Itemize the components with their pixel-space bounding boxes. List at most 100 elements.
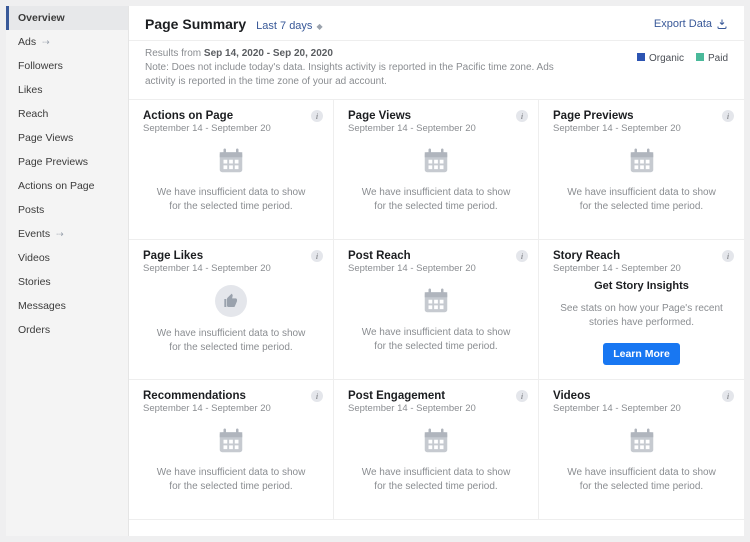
date-range-label: Last 7 days bbox=[256, 20, 312, 32]
sidebar-item-label: Likes bbox=[18, 84, 43, 96]
sidebar-item-label: Page Views bbox=[18, 132, 73, 144]
card-date-range: September 14 - September 20 bbox=[553, 263, 730, 274]
card-page-views[interactable]: i Page Views September 14 - September 20… bbox=[334, 100, 539, 240]
info-icon[interactable]: i bbox=[311, 390, 323, 402]
info-icon[interactable]: i bbox=[722, 110, 734, 122]
results-range: Sep 14, 2020 - Sep 20, 2020 bbox=[204, 48, 333, 59]
card-title: Page Likes bbox=[143, 250, 319, 262]
empty-state-message: We have insufficient data to show for th… bbox=[553, 466, 730, 493]
main-panel: Page Summary Last 7 days ◆ Export Data R… bbox=[128, 6, 744, 536]
calendar-icon bbox=[421, 286, 451, 316]
sidebar-item-followers[interactable]: Followers bbox=[6, 54, 128, 78]
sidebar-item-overview[interactable]: Overview bbox=[6, 6, 128, 30]
card-title: Page Previews bbox=[553, 110, 730, 122]
card-recommendations[interactable]: i Recommendations September 14 - Septemb… bbox=[129, 380, 334, 520]
legend-label: Paid bbox=[708, 53, 728, 64]
caret-icon: ◆ bbox=[316, 22, 322, 31]
subheader: Results from Sep 14, 2020 - Sep 20, 2020… bbox=[129, 40, 744, 99]
empty-state-message: We have insufficient data to show for th… bbox=[348, 326, 524, 353]
sidebar-item-events[interactable]: Events ⇢ bbox=[6, 222, 128, 246]
card-date-range: September 14 - September 20 bbox=[348, 123, 524, 134]
sidebar-item-label: Events bbox=[18, 228, 50, 240]
external-icon: ⇢ bbox=[56, 229, 64, 240]
empty-state-message: We have insufficient data to show for th… bbox=[143, 186, 319, 213]
card-actions-on-page[interactable]: i Actions on Page September 14 - Septemb… bbox=[129, 100, 334, 240]
card-story-reach[interactable]: i Story Reach September 14 - September 2… bbox=[539, 240, 744, 380]
card-post-engagement[interactable]: i Post Engagement September 14 - Septemb… bbox=[334, 380, 539, 520]
thumbs-up-icon bbox=[215, 285, 247, 317]
sidebar-item-page-previews[interactable]: Page Previews bbox=[6, 150, 128, 174]
sidebar-item-label: Overview bbox=[18, 12, 65, 24]
empty-state-message: We have insufficient data to show for th… bbox=[143, 327, 319, 354]
empty-state-message: We have insufficient data to show for th… bbox=[348, 186, 524, 213]
sidebar-item-label: Page Previews bbox=[18, 156, 88, 168]
card-title: Recommendations bbox=[143, 390, 319, 402]
sidebar-item-messages[interactable]: Messages bbox=[6, 294, 128, 318]
info-icon[interactable]: i bbox=[516, 390, 528, 402]
external-icon: ⇢ bbox=[42, 37, 50, 48]
page-title: Page Summary bbox=[145, 16, 246, 32]
card-date-range: September 14 - September 20 bbox=[553, 123, 730, 134]
cards-grid: i Actions on Page September 14 - Septemb… bbox=[129, 99, 744, 536]
card-title: Actions on Page bbox=[143, 110, 319, 122]
calendar-icon bbox=[627, 426, 657, 456]
card-page-previews[interactable]: i Page Previews September 14 - September… bbox=[539, 100, 744, 240]
swatch-organic-icon bbox=[637, 53, 645, 61]
info-icon[interactable]: i bbox=[311, 250, 323, 262]
date-range-selector[interactable]: Last 7 days ◆ bbox=[256, 20, 322, 32]
sidebar-item-page-views[interactable]: Page Views bbox=[6, 126, 128, 150]
info-icon[interactable]: i bbox=[516, 110, 528, 122]
sidebar-item-videos[interactable]: Videos bbox=[6, 246, 128, 270]
sidebar: Overview Ads ⇢ Followers Likes Reach Page… bbox=[6, 6, 128, 536]
results-note: Results from Sep 14, 2020 - Sep 20, 2020… bbox=[145, 47, 565, 89]
info-icon[interactable]: i bbox=[722, 250, 734, 262]
learn-more-button[interactable]: Learn More bbox=[603, 343, 680, 365]
card-title: Videos bbox=[553, 390, 730, 402]
card-post-reach[interactable]: i Post Reach September 14 - September 20… bbox=[334, 240, 539, 380]
sidebar-item-label: Followers bbox=[18, 60, 63, 72]
sidebar-item-label: Stories bbox=[18, 276, 51, 288]
info-icon[interactable]: i bbox=[722, 390, 734, 402]
export-label: Export Data bbox=[654, 18, 712, 30]
legend-label: Organic bbox=[649, 53, 684, 64]
sidebar-item-likes[interactable]: Likes bbox=[6, 78, 128, 102]
download-icon bbox=[716, 18, 728, 30]
card-title: Story Reach bbox=[553, 250, 730, 262]
story-cta-message: See stats on how your Page's recent stor… bbox=[553, 302, 730, 329]
sidebar-item-stories[interactable]: Stories bbox=[6, 270, 128, 294]
card-title: Post Engagement bbox=[348, 390, 524, 402]
sidebar-item-label: Posts bbox=[18, 204, 44, 216]
sidebar-item-label: Ads bbox=[18, 36, 36, 48]
swatch-paid-icon bbox=[696, 53, 704, 61]
legend: Organic Paid bbox=[637, 47, 728, 64]
story-cta-title: Get Story Insights bbox=[594, 280, 689, 292]
sidebar-item-orders[interactable]: Orders bbox=[6, 318, 128, 342]
sidebar-item-ads[interactable]: Ads ⇢ bbox=[6, 30, 128, 54]
card-title: Page Views bbox=[348, 110, 524, 122]
card-page-likes[interactable]: i Page Likes September 14 - September 20… bbox=[129, 240, 334, 380]
legend-organic: Organic bbox=[637, 53, 684, 64]
sidebar-item-reach[interactable]: Reach bbox=[6, 102, 128, 126]
calendar-icon bbox=[216, 146, 246, 176]
results-prefix: Results from bbox=[145, 48, 204, 59]
card-date-range: September 14 - September 20 bbox=[348, 263, 524, 274]
card-date-range: September 14 - September 20 bbox=[143, 403, 319, 414]
sidebar-item-actions-on-page[interactable]: Actions on Page bbox=[6, 174, 128, 198]
card-date-range: September 14 - September 20 bbox=[143, 123, 319, 134]
card-videos[interactable]: i Videos September 14 - September 20 We … bbox=[539, 380, 744, 520]
info-icon[interactable]: i bbox=[516, 250, 528, 262]
empty-state-message: We have insufficient data to show for th… bbox=[348, 466, 524, 493]
sidebar-item-posts[interactable]: Posts bbox=[6, 198, 128, 222]
calendar-icon bbox=[216, 426, 246, 456]
calendar-icon bbox=[421, 146, 451, 176]
calendar-icon bbox=[627, 146, 657, 176]
legend-paid: Paid bbox=[696, 53, 728, 64]
export-data-button[interactable]: Export Data bbox=[654, 18, 728, 30]
sidebar-item-label: Reach bbox=[18, 108, 48, 120]
info-icon[interactable]: i bbox=[311, 110, 323, 122]
calendar-icon bbox=[421, 426, 451, 456]
empty-state-message: We have insufficient data to show for th… bbox=[143, 466, 319, 493]
empty-state-message: We have insufficient data to show for th… bbox=[553, 186, 730, 213]
card-date-range: September 14 - September 20 bbox=[143, 263, 319, 274]
results-disclaimer: Note: Does not include today's data. Ins… bbox=[145, 62, 554, 87]
